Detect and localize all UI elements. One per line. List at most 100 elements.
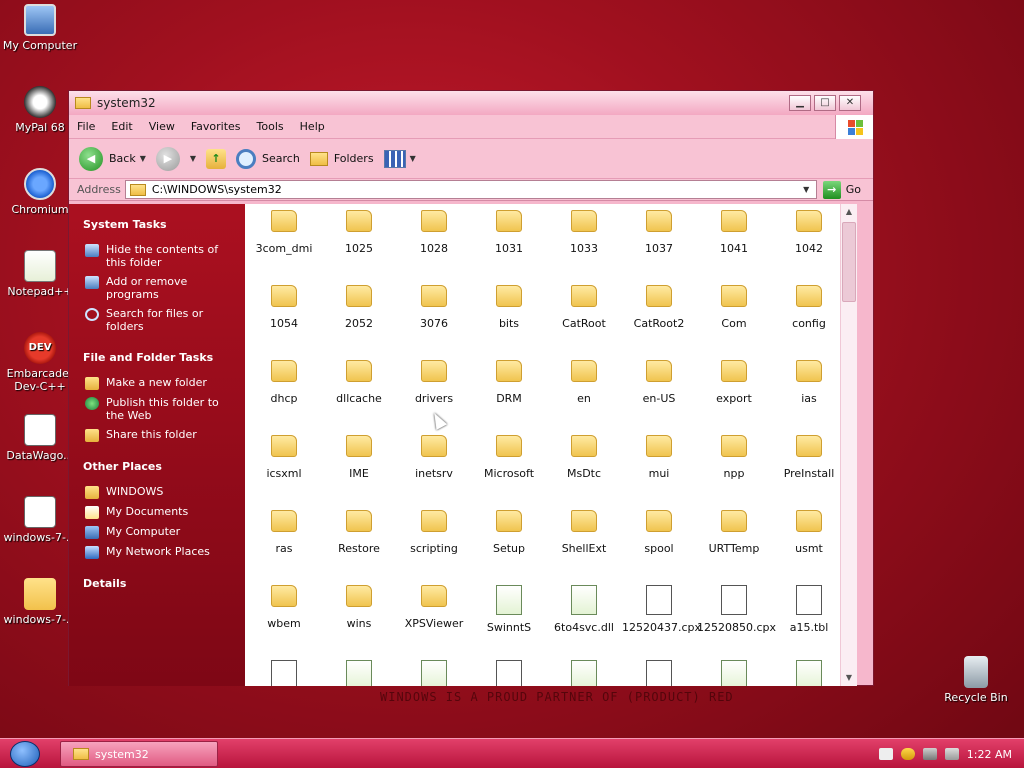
folder-item[interactable]: 1028 xyxy=(397,210,471,255)
task-publish-web[interactable]: Publish this folder to the Web xyxy=(85,396,235,422)
folder-item[interactable]: ias xyxy=(772,360,846,405)
file-item[interactable] xyxy=(472,660,546,686)
volume-icon[interactable] xyxy=(944,748,959,760)
folder-item[interactable]: ShellExt xyxy=(547,510,621,555)
folder-item[interactable]: 3076 xyxy=(397,285,471,330)
desktop-icon-my-computer[interactable]: My Computer xyxy=(0,4,80,52)
place-my-computer[interactable]: My Computer xyxy=(85,525,235,539)
start-button[interactable] xyxy=(10,741,40,767)
folder-item[interactable]: XPSViewer xyxy=(397,585,471,630)
folder-item[interactable]: config xyxy=(772,285,846,330)
desktop-icon-recycle-bin[interactable]: Recycle Bin xyxy=(936,656,1016,704)
folder-item[interactable]: IME xyxy=(322,435,396,480)
up-folder-button[interactable]: ↑ xyxy=(206,148,227,169)
file-item[interactable]: 12520437.cpx xyxy=(622,585,701,634)
folder-item[interactable]: drivers xyxy=(397,360,471,405)
folder-item[interactable]: Setup xyxy=(472,510,546,555)
file-item[interactable] xyxy=(622,660,696,686)
task-new-folder[interactable]: Make a new folder xyxy=(85,376,235,390)
clock[interactable]: 1:22 AM xyxy=(967,748,1012,761)
folder-item[interactable]: ras xyxy=(247,510,321,555)
task-share-folder[interactable]: Share this folder xyxy=(85,428,235,442)
folder-item[interactable]: 1054 xyxy=(247,285,321,330)
menu-tools[interactable]: Tools xyxy=(249,120,292,133)
folder-item[interactable]: wins xyxy=(322,585,396,630)
title-bar[interactable]: system32 ▁ □ ✕ xyxy=(69,91,873,115)
menu-edit[interactable]: Edit xyxy=(103,120,140,133)
folder-item[interactable]: Restore xyxy=(322,510,396,555)
keyboard-icon[interactable] xyxy=(878,748,893,760)
maximize-button[interactable]: □ xyxy=(814,95,836,111)
security-shield-icon[interactable] xyxy=(900,748,915,760)
folder-item[interactable]: MsDtc xyxy=(547,435,621,480)
folder-item[interactable]: CatRoot2 xyxy=(622,285,696,330)
file-item[interactable] xyxy=(322,660,396,686)
folder-item[interactable]: usmt xyxy=(772,510,846,555)
folder-item[interactable]: inetsrv xyxy=(397,435,471,480)
folder-item[interactable]: URTTemp xyxy=(697,510,771,555)
folder-item[interactable]: 3com_dmi xyxy=(247,210,321,255)
file-item[interactable]: 12520850.cpx xyxy=(697,585,776,634)
folder-item[interactable]: 1041 xyxy=(697,210,771,255)
views-button[interactable]: ▼ xyxy=(383,149,416,168)
search-button[interactable]: Search xyxy=(236,148,300,169)
forward-button[interactable]: ▶ ▼ xyxy=(155,146,196,171)
file-item[interactable] xyxy=(697,660,771,686)
folder-item[interactable]: 1025 xyxy=(322,210,396,255)
address-input[interactable]: C:\WINDOWS\system32 ▼ xyxy=(124,180,817,199)
place-my-network[interactable]: My Network Places xyxy=(85,545,235,559)
folder-item[interactable]: mui xyxy=(622,435,696,480)
back-button[interactable]: ◀ Back ▼ xyxy=(79,146,146,171)
folder-item[interactable]: 1042 xyxy=(772,210,846,255)
folder-item[interactable]: spool xyxy=(622,510,696,555)
vertical-scrollbar[interactable]: ▲ ▼ xyxy=(840,204,857,686)
scrollbar-thumb[interactable] xyxy=(842,222,856,302)
folder-item[interactable]: dhcp xyxy=(247,360,321,405)
folder-item[interactable]: Microsoft xyxy=(472,435,546,480)
folder-item[interactable]: icsxml xyxy=(247,435,321,480)
folder-item[interactable]: DRM xyxy=(472,360,546,405)
file-item[interactable] xyxy=(397,660,471,686)
place-windows[interactable]: WINDOWS xyxy=(85,485,235,499)
file-item[interactable] xyxy=(772,660,846,686)
file-tasks-title[interactable]: File and Folder Tasks xyxy=(83,351,235,364)
scroll-down-arrow-icon[interactable]: ▼ xyxy=(841,670,857,686)
menu-help[interactable]: Help xyxy=(292,120,333,133)
folder-item[interactable]: PreInstall xyxy=(772,435,846,480)
folder-item[interactable]: export xyxy=(697,360,771,405)
go-button[interactable]: → Go xyxy=(822,180,861,199)
folder-item[interactable]: bits xyxy=(472,285,546,330)
folder-item[interactable]: en xyxy=(547,360,621,405)
details-title[interactable]: Details xyxy=(83,577,235,590)
file-item[interactable] xyxy=(547,660,621,686)
chevron-down-icon[interactable]: ▼ xyxy=(799,182,814,197)
menu-view[interactable]: View xyxy=(141,120,183,133)
taskbar-button-system32[interactable]: system32 xyxy=(60,741,218,767)
chevron-down-icon[interactable]: ▼ xyxy=(140,154,146,163)
scroll-up-arrow-icon[interactable]: ▲ xyxy=(841,204,857,220)
folder-item[interactable]: wbem xyxy=(247,585,321,630)
file-item[interactable]: 6to4svc.dll xyxy=(547,585,621,634)
place-my-documents[interactable]: My Documents xyxy=(85,505,235,519)
menu-file[interactable]: File xyxy=(69,120,103,133)
folder-item[interactable]: 1031 xyxy=(472,210,546,255)
file-item[interactable] xyxy=(247,660,321,686)
folder-item[interactable]: scripting xyxy=(397,510,471,555)
minimize-button[interactable]: ▁ xyxy=(789,95,811,111)
folder-item[interactable]: dllcache xyxy=(322,360,396,405)
system-tasks-title[interactable]: System Tasks xyxy=(83,218,235,231)
close-button[interactable]: ✕ xyxy=(839,95,861,111)
file-item[interactable]: SwinntS xyxy=(472,585,546,634)
folders-button[interactable]: Folders xyxy=(309,151,374,166)
folder-item[interactable]: npp xyxy=(697,435,771,480)
folder-item[interactable]: 1033 xyxy=(547,210,621,255)
folder-item[interactable]: Com xyxy=(697,285,771,330)
folder-item[interactable]: en-US xyxy=(622,360,696,405)
task-hide-contents[interactable]: Hide the contents of this folder xyxy=(85,243,235,269)
folder-item[interactable]: CatRoot xyxy=(547,285,621,330)
folder-item[interactable]: 2052 xyxy=(322,285,396,330)
folder-item[interactable]: 1037 xyxy=(622,210,696,255)
task-search-files[interactable]: Search for files or folders xyxy=(85,307,235,333)
file-item[interactable]: a15.tbl xyxy=(772,585,846,634)
task-add-remove-programs[interactable]: Add or remove programs xyxy=(85,275,235,301)
